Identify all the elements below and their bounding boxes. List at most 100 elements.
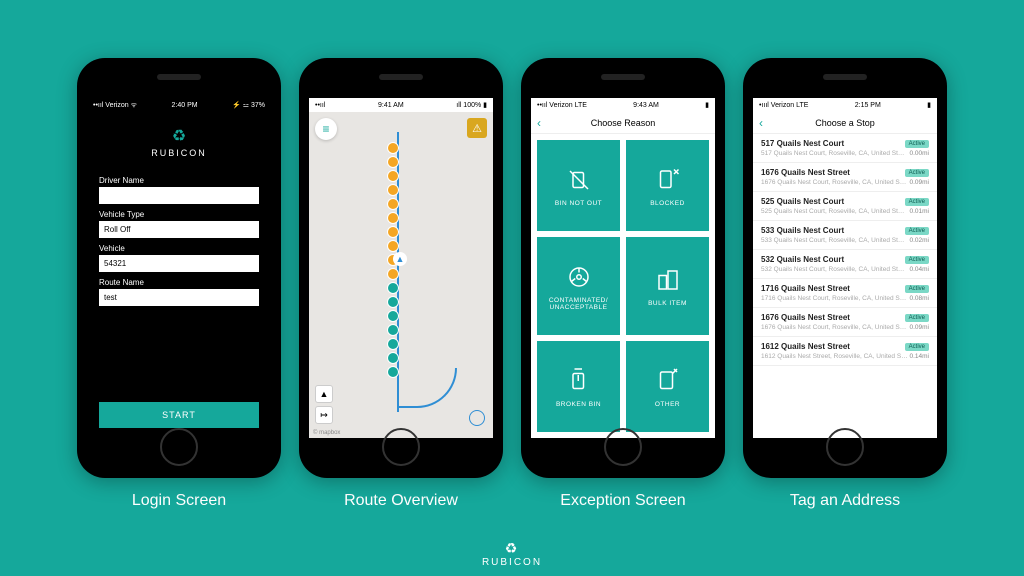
phone-tag: •ıııl Verizon LTE 2:15 PM ▮ ‹ Choose a S… xyxy=(743,58,947,478)
stop-pin[interactable] xyxy=(387,268,399,280)
stop-address: 1612 Quails Nest Street, Roseville, CA, … xyxy=(761,353,908,360)
stop-row[interactable]: 1716 Quails Nest StreetActive1716 Quails… xyxy=(753,279,937,308)
vehicle-input[interactable] xyxy=(99,255,259,272)
stop-pin[interactable] xyxy=(387,338,399,350)
stop-name: 1716 Quails Nest Street xyxy=(761,284,850,293)
reason-bulk-item[interactable]: BULK ITEM xyxy=(626,237,709,335)
status-left: •ıııl Verizon LTE xyxy=(759,102,808,109)
stop-row[interactable]: 517 Quails Nest CourtActive517 Quails Ne… xyxy=(753,134,937,163)
stop-pin[interactable] xyxy=(387,310,399,322)
screen-header: ‹ Choose Reason xyxy=(531,112,715,134)
stop-row[interactable]: 533 Quails Nest CourtActive533 Quails Ne… xyxy=(753,221,937,250)
status-left: ••ııl Verizon ᯤ xyxy=(93,101,137,110)
stop-pin[interactable] xyxy=(387,156,399,168)
status-left: ••ııl xyxy=(315,102,325,109)
stop-address: 1676 Quails Nest Court, Roseville, CA, U… xyxy=(761,179,906,186)
stop-row[interactable]: 1676 Quails Nest Street Active 1676 Quails… xyxy=(753,163,937,192)
stop-row[interactable]: 1612 Quails Nest StreetActive1612 Quails… xyxy=(753,337,937,366)
recenter-button[interactable] xyxy=(469,410,485,426)
stop-pin[interactable] xyxy=(387,226,399,238)
tile-label: OTHER xyxy=(655,401,680,408)
reason-grid: BIN NOT OUT BLOCKED CONTAMINATED/ UNACCE… xyxy=(531,134,715,438)
route-curve xyxy=(397,368,457,408)
north-button[interactable]: ▲ xyxy=(315,385,333,403)
logo-icon: ♻ xyxy=(99,126,259,146)
stop-address: 517 Quails Nest Court, Roseville, CA, Un… xyxy=(761,150,904,157)
reason-blocked[interactable]: BLOCKED xyxy=(626,140,709,231)
stop-row[interactable]: 1676 Quails Nest StreetActive1676 Quails… xyxy=(753,308,937,337)
status-bar: ••ııl 9:41 AM ıll 100% ▮ xyxy=(309,98,493,112)
stop-row[interactable]: 532 Quails Nest Court Active532 Quails Ne… xyxy=(753,250,937,279)
stop-list[interactable]: 517 Quails Nest CourtActive517 Quails Ne… xyxy=(753,134,937,438)
driver-name-input[interactable] xyxy=(99,187,259,204)
current-location-icon: ▲ xyxy=(393,252,407,266)
captions-row: Login Screen Route Overview Exception Sc… xyxy=(0,492,1024,510)
route-name-input[interactable] xyxy=(99,289,259,306)
status-right: ▮ xyxy=(705,101,709,109)
brand-name: RUBICON xyxy=(99,148,259,158)
reason-broken-bin[interactable]: BROKEN BIN xyxy=(537,341,620,432)
follow-button[interactable]: ↦ xyxy=(315,406,333,424)
status-bar: •ıııl Verizon LTE 2:15 PM ▮ xyxy=(753,98,937,112)
stop-distance: 0.08mi xyxy=(909,295,929,302)
stop-address: 1716 Quails Nest Court, Roseville, CA, U… xyxy=(761,295,906,302)
status-time: 9:43 AM xyxy=(633,102,659,109)
stop-distance: 0.09mi xyxy=(909,179,929,186)
status-bar: ••ııl Verizon LTE 9:43 AM ▮ xyxy=(531,98,715,112)
stop-pin[interactable] xyxy=(387,352,399,364)
stop-pin[interactable] xyxy=(387,198,399,210)
stop-pin[interactable] xyxy=(387,212,399,224)
other-icon xyxy=(653,366,683,396)
contaminated-icon xyxy=(564,262,594,292)
warning-button[interactable]: ⚠ xyxy=(467,118,487,138)
stop-pin[interactable] xyxy=(387,296,399,308)
stop-name: 525 Quails Nest Court xyxy=(761,197,844,206)
stop-distance: 0.09mi xyxy=(909,324,929,331)
vehicle-type-input[interactable] xyxy=(99,221,259,238)
phone-exception: ••ııl Verizon LTE 9:43 AM ▮ ‹ Choose Rea… xyxy=(521,58,725,478)
menu-icon: ≡ xyxy=(322,122,329,136)
stop-address: 1676 Quails Nest Court, Roseville, CA, U… xyxy=(761,324,906,331)
status-time: 2:15 PM xyxy=(855,102,881,109)
stop-pin[interactable] xyxy=(387,282,399,294)
stop-pin[interactable] xyxy=(387,184,399,196)
stop-name: 532 Quails Nest Court xyxy=(761,255,844,264)
tile-label: BULK ITEM xyxy=(648,300,687,307)
tile-label: BROKEN BIN xyxy=(556,401,601,408)
start-button[interactable]: START xyxy=(99,402,259,428)
screen-title: Choose Reason xyxy=(591,118,656,128)
reason-other[interactable]: OTHER xyxy=(626,341,709,432)
stop-distance: 0.14mi xyxy=(909,353,929,360)
brand-logo: ♻ RUBICON xyxy=(99,126,259,158)
stop-address: 532 Quails Nest Court, Roseville, CA, Un… xyxy=(761,266,904,273)
stop-pin[interactable] xyxy=(387,366,399,378)
reason-bin-not-out[interactable]: BIN NOT OUT xyxy=(537,140,620,231)
map-controls: ▲ ↦ xyxy=(315,385,333,424)
map-view[interactable]: ≡ ⚠ xyxy=(309,112,493,438)
stop-pin[interactable] xyxy=(387,240,399,252)
stop-name: 1676 Quails Nest Street xyxy=(761,168,850,177)
stop-name: 1676 Quails Nest Street xyxy=(761,313,850,322)
footer-logo: ♻ RUBICON xyxy=(482,540,542,568)
status-badge: Active xyxy=(905,169,929,177)
brand-name: RUBICON xyxy=(482,557,542,568)
stop-address: 533 Quails Nest Court, Roseville, CA, Un… xyxy=(761,237,904,244)
stop-distance: 0.01mi xyxy=(909,208,929,215)
stop-row[interactable]: 525 Quails Nest CourtActive525 Quails Ne… xyxy=(753,192,937,221)
menu-button[interactable]: ≡ xyxy=(315,118,337,140)
stop-distance: 0.02mi xyxy=(909,237,929,244)
stop-pin[interactable] xyxy=(387,142,399,154)
vehicle-label: Vehicle xyxy=(99,244,259,253)
stop-pin[interactable] xyxy=(387,170,399,182)
status-bar: ••ııl Verizon ᯤ 2:40 PM ⚡ ⚍ 37% xyxy=(87,98,271,112)
status-right: ıll 100% ▮ xyxy=(456,101,487,109)
back-button[interactable]: ‹ xyxy=(537,116,541,130)
reason-contaminated[interactable]: CONTAMINATED/ UNACCEPTABLE xyxy=(537,237,620,335)
status-left: ••ııl Verizon LTE xyxy=(537,102,587,109)
stop-pin[interactable] xyxy=(387,324,399,336)
status-badge: Active xyxy=(905,343,929,351)
back-button[interactable]: ‹ xyxy=(759,116,763,130)
driver-name-label: Driver Name xyxy=(99,176,259,185)
status-badge: Active xyxy=(905,256,929,264)
warning-icon: ⚠ xyxy=(472,122,482,135)
